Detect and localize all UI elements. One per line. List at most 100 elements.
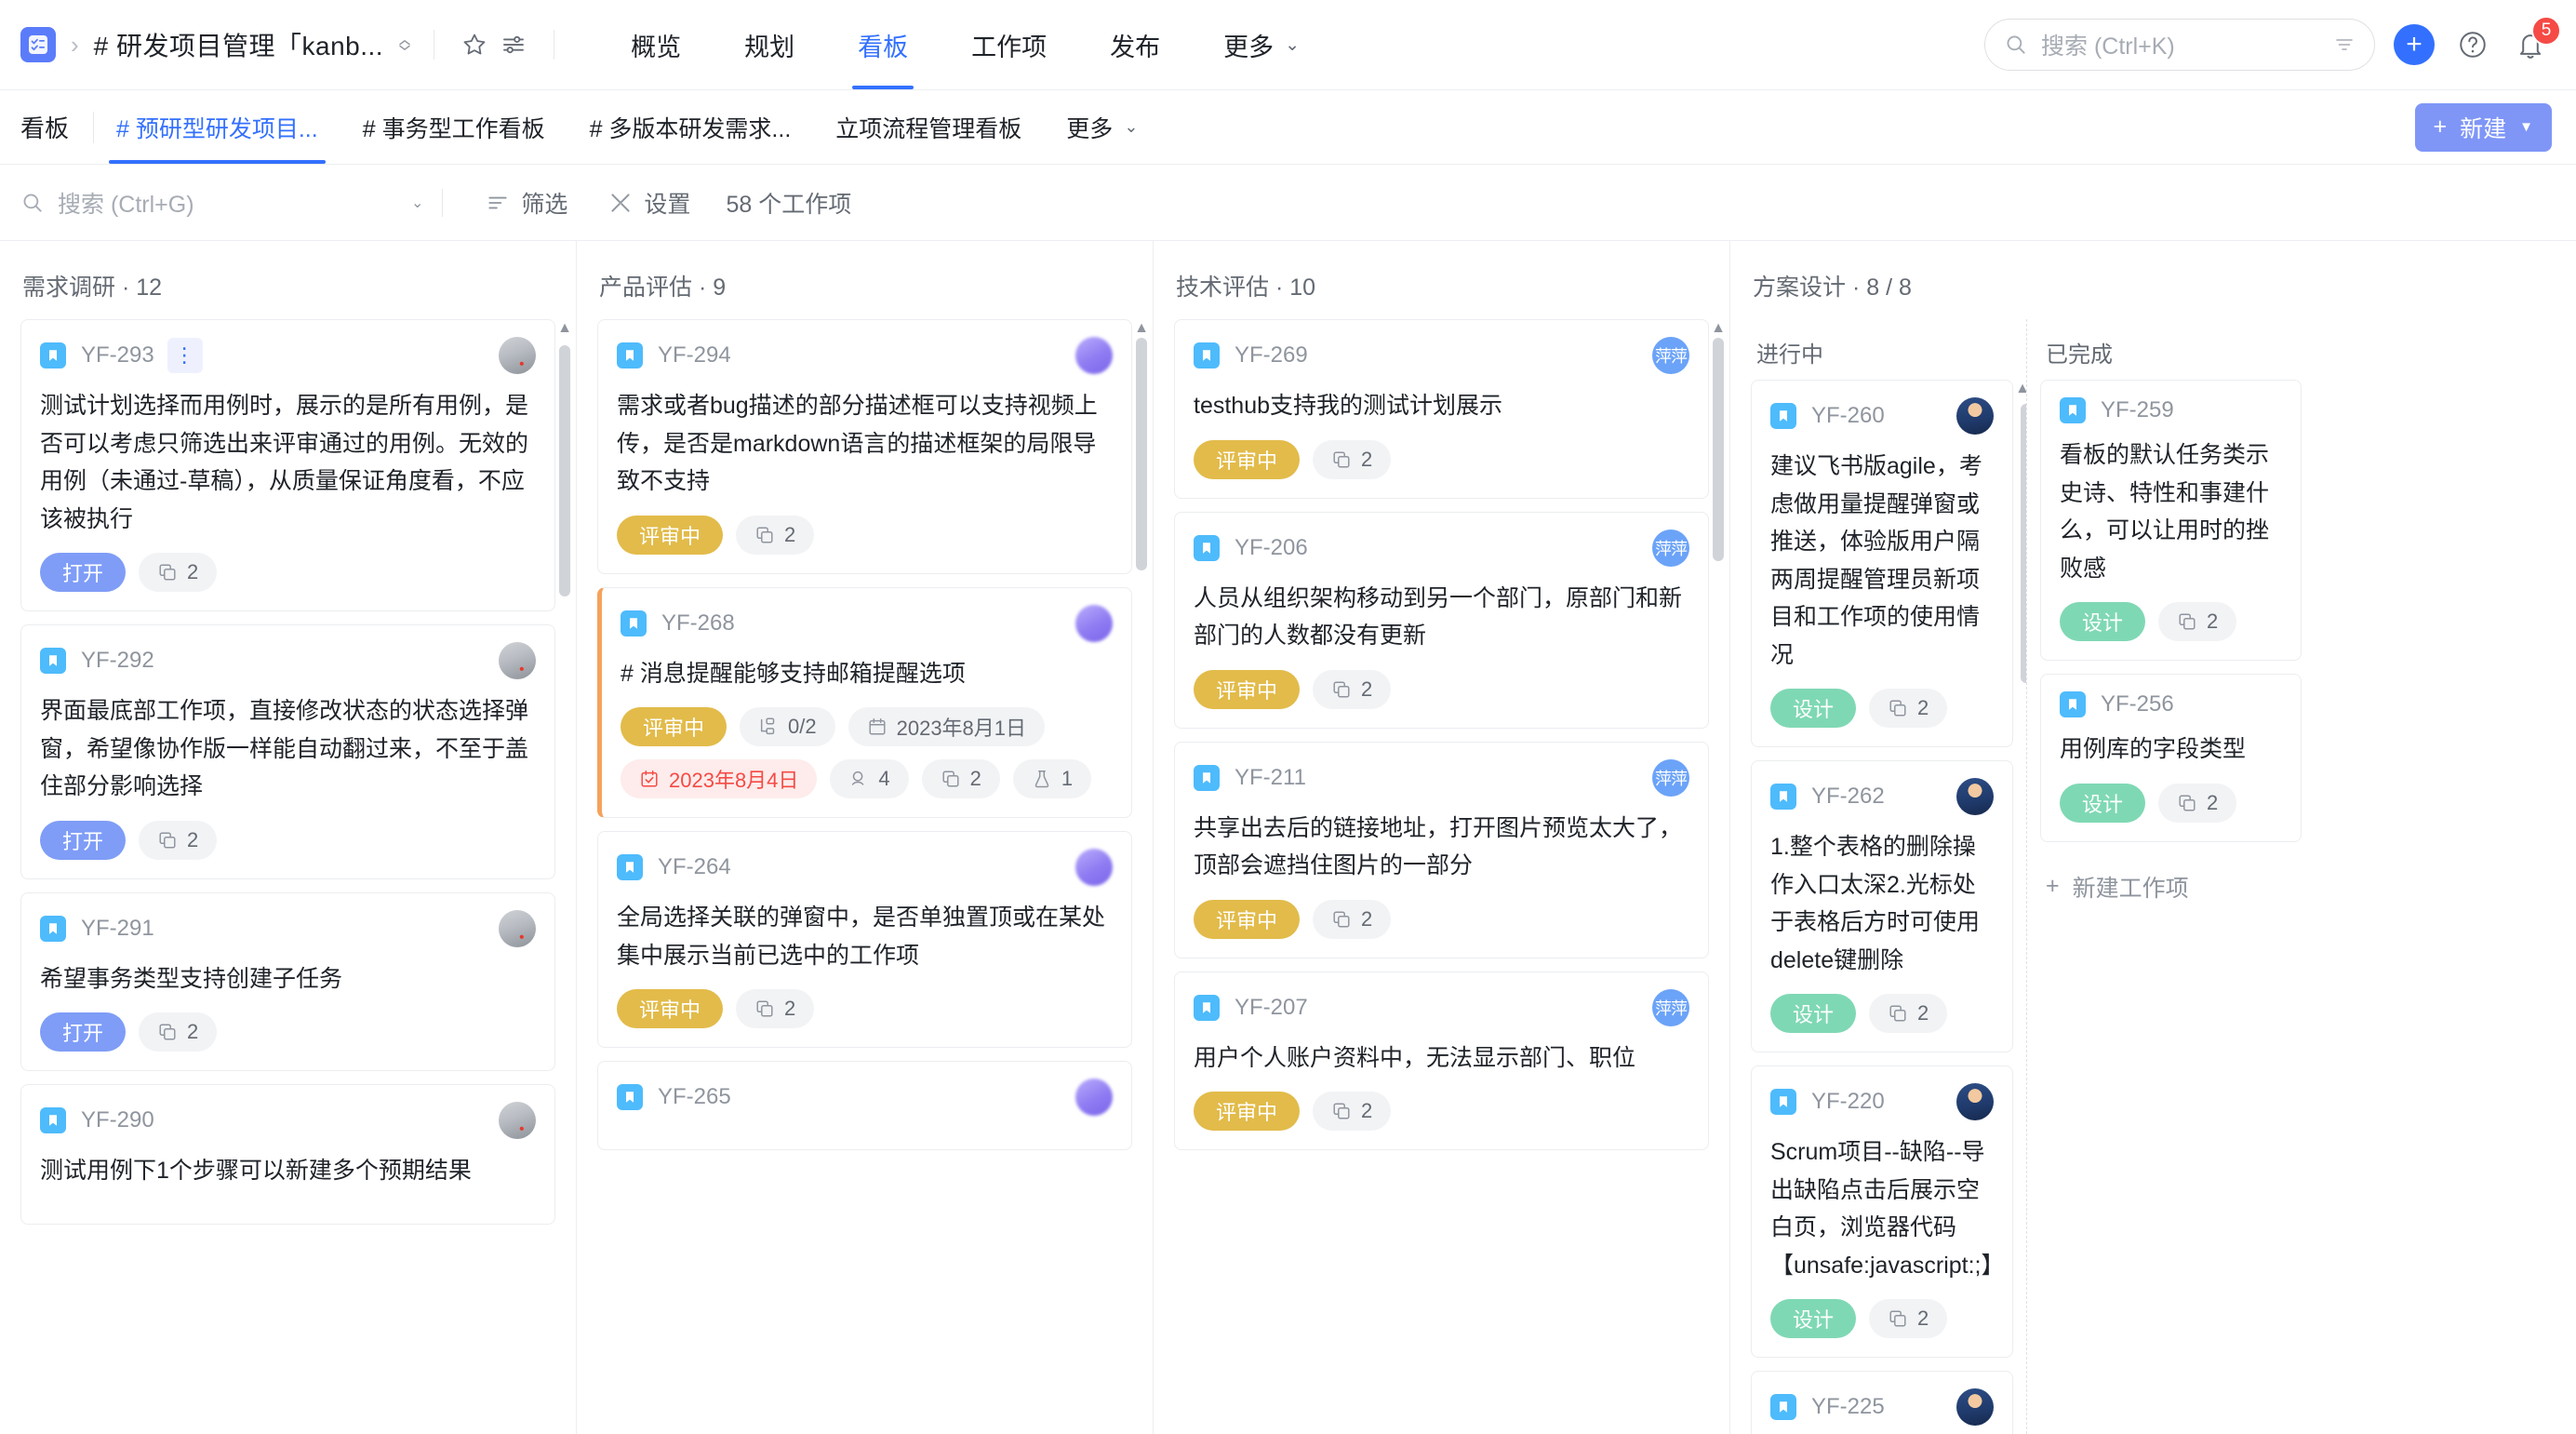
card-chip[interactable]: 2 <box>921 759 1000 798</box>
avatar[interactable]: 萍萍 <box>1652 529 1689 567</box>
subcolumn-scrollbar[interactable] <box>2021 404 2026 683</box>
card-chip[interactable]: 2 <box>1869 994 1948 1033</box>
create-new-button[interactable]: + 新建 ▼ <box>2414 102 2552 152</box>
kanban-card[interactable]: YF-220 Scrum项目--缺陷--导出缺陷点击后展示空白页，浏览器代码【u… <box>1751 1065 2013 1358</box>
avatar[interactable] <box>499 1102 536 1139</box>
app-logo-icon[interactable] <box>20 27 56 62</box>
kanban-card[interactable]: YF-290 测试用例下1个步骤可以新建多个预期结果 <box>20 1084 555 1225</box>
board-tab-project-process[interactable]: 立项流程管理看板 <box>813 90 1044 164</box>
board-search-input[interactable]: 搜索 (Ctrl+G) <box>20 186 411 220</box>
card-chip[interactable]: 打开 <box>40 553 127 592</box>
kanban-card[interactable]: YF-264 全局选择关联的弹窗中，是否单独置顶或在某处集中展示当前已选中的工作… <box>597 831 1132 1048</box>
card-chip[interactable]: 评审中 <box>617 989 724 1028</box>
card-chip[interactable]: 评审中 <box>1194 669 1301 709</box>
card-chip[interactable]: 2 <box>1313 669 1392 709</box>
kanban-card[interactable]: YF-292 界面最底部工作项，直接修改状态的状态选择弹窗，希望像协作版一样能自… <box>20 624 555 879</box>
add-button[interactable]: + <box>2394 24 2435 65</box>
avatar[interactable]: 萍萍 <box>1652 758 1689 797</box>
nav-tab-overview[interactable]: 概览 <box>599 0 713 89</box>
scroll-up-arrow-icon[interactable]: ▲ <box>1711 321 1726 336</box>
breadcrumb-title[interactable]: # 研发项目管理「kanb... <box>94 26 383 63</box>
kanban-card[interactable]: YF-293 ⋮ 测试计划选择而用例时，展示的是所有用例，是否可以考虑只筛选出来… <box>20 319 555 611</box>
settings-button[interactable]: 设置 <box>588 186 711 220</box>
kanban-card[interactable]: YF-269 萍萍 testhub支持我的测试计划展示 评审中 2 <box>1174 319 1709 499</box>
question-circle-icon[interactable] <box>2453 25 2492 64</box>
board-tab-transaction[interactable]: # 事务型工作看板 <box>340 90 567 164</box>
global-search-input[interactable]: 搜索 (Ctrl+K) <box>1984 19 2375 71</box>
kanban-card[interactable]: YF-265 <box>597 1061 1132 1150</box>
card-chip[interactable]: 2 <box>139 1012 218 1052</box>
kanban-card[interactable]: YF-259 看板的默认任务类示史诗、特性和事建什么，可以让用时的挫败感 设计 2 <box>2040 380 2302 661</box>
card-chip[interactable]: 2 <box>1313 1092 1392 1131</box>
card-chip[interactable]: 0/2 <box>740 707 835 746</box>
column-scrollbar[interactable] <box>1713 338 1724 561</box>
updown-switch-icon[interactable] <box>396 39 413 50</box>
card-chip[interactable]: 打开 <box>40 820 127 860</box>
card-chip[interactable]: 设计 <box>2060 783 2146 823</box>
card-chip[interactable]: 2 <box>1313 899 1392 939</box>
kanban-card[interactable]: YF-206 萍萍 人员从组织架构移动到另一个部门，原部门和新部门的人数都没有更… <box>1174 511 1709 729</box>
avatar[interactable] <box>1956 397 1994 435</box>
kanban-card[interactable]: YF-268 # 消息提醒能够支持邮箱提醒选项 评审中 0/2 2023年8月1日 2… <box>597 586 1132 818</box>
column-scrollbar[interactable] <box>559 345 570 596</box>
kanban-card[interactable]: YF-256 用例库的字段类型 设计 2 <box>2040 674 2302 842</box>
scroll-up-arrow-icon[interactable]: ▲ <box>557 321 572 336</box>
sliders-icon[interactable] <box>494 25 533 64</box>
board-tab-more[interactable]: 更多 ⌄ <box>1044 90 1160 164</box>
card-chip[interactable]: 设计 <box>2060 602 2146 641</box>
avatar[interactable] <box>499 642 536 679</box>
avatar[interactable]: 萍萍 <box>1652 988 1689 1026</box>
card-chip[interactable]: 设计 <box>1770 994 1857 1033</box>
avatar[interactable] <box>1075 337 1113 374</box>
expand-search-chevron-icon[interactable]: ⌄ <box>411 194 423 212</box>
avatar[interactable] <box>1075 849 1113 886</box>
card-chip[interactable]: 2 <box>2158 602 2237 641</box>
card-chip[interactable]: 评审中 <box>1194 899 1301 939</box>
card-chip[interactable]: 设计 <box>1770 1299 1857 1338</box>
card-chip[interactable]: 打开 <box>40 1012 127 1052</box>
card-chip[interactable]: 2 <box>736 515 815 555</box>
kanban-card[interactable]: YF-291 希望事务类型支持创建子任务 打开 2 <box>20 891 555 1071</box>
kanban-card[interactable]: YF-211 萍萍 共享出去后的链接地址，打开图片预览太大了，顶部会遮挡住图片的… <box>1174 741 1709 958</box>
board-tab-prestudy[interactable]: # 预研型研发项目... <box>94 90 340 164</box>
avatar[interactable] <box>499 909 536 947</box>
avatar[interactable] <box>1075 1079 1113 1116</box>
avatar[interactable] <box>1956 1388 1994 1426</box>
scroll-up-arrow-icon[interactable]: ▲ <box>1134 321 1149 336</box>
avatar[interactable]: 萍萍 <box>1652 337 1689 374</box>
card-chip[interactable]: 1 <box>1012 759 1092 798</box>
avatar[interactable] <box>1956 778 1994 815</box>
avatar[interactable] <box>1075 604 1113 642</box>
card-chip[interactable]: 评审中 <box>621 707 727 746</box>
avatar[interactable] <box>1956 1083 1994 1120</box>
card-chip[interactable]: 4 <box>830 759 909 798</box>
nav-tab-workitems[interactable]: 工作项 <box>940 0 1078 89</box>
star-icon[interactable] <box>455 25 494 64</box>
bell-icon[interactable]: 5 <box>2511 16 2561 64</box>
filter-icon[interactable] <box>2333 34 2356 56</box>
nav-tab-release[interactable]: 发布 <box>1078 0 1192 89</box>
nav-tab-more[interactable]: 更多 ⌄ <box>1192 0 1331 89</box>
filter-button[interactable]: 筛选 <box>465 186 588 220</box>
kanban-card[interactable]: YF-262 1.整个表格的删除操作入口太深2.光标处于表格后方时可使用dele… <box>1751 760 2013 1052</box>
card-chip[interactable]: 2 <box>1869 1299 1948 1338</box>
kanban-card[interactable]: YF-207 萍萍 用户个人账户资料中，无法显示部门、职位 评审中 2 <box>1174 971 1709 1150</box>
card-chip[interactable]: 评审中 <box>1194 1092 1301 1131</box>
kanban-card[interactable]: YF-225 工作项里参与人的文案是【关注】，在视 <box>1751 1371 2013 1434</box>
card-chip[interactable]: 2 <box>139 820 218 860</box>
nav-tab-planning[interactable]: 规划 <box>713 0 826 89</box>
card-chip[interactable]: 2 <box>139 553 218 592</box>
card-chip[interactable]: 2023年8月1日 <box>848 707 1046 746</box>
card-chip[interactable]: 2 <box>736 989 815 1028</box>
card-chip[interactable]: 评审中 <box>617 515 724 555</box>
card-chip[interactable]: 设计 <box>1770 689 1857 728</box>
add-workitem-button[interactable]: + 新建工作项 <box>2040 855 2302 918</box>
card-more-button[interactable]: ⋮ <box>167 338 203 373</box>
kanban-card[interactable]: YF-260 建议飞书版agile，考虑做用量提醒弹窗或推送，体验版用户隔两周提… <box>1751 380 2013 747</box>
kanban-card[interactable]: YF-294 需求或者bug描述的部分描述框可以支持视频上传，是否是markdo… <box>597 319 1132 574</box>
avatar[interactable] <box>499 337 536 374</box>
card-chip[interactable]: 评审中 <box>1194 439 1301 479</box>
card-chip[interactable]: 2023年8月4日 <box>621 759 818 798</box>
board-tab-multiversion[interactable]: # 多版本研发需求... <box>567 90 814 164</box>
column-scrollbar[interactable] <box>1136 338 1147 570</box>
